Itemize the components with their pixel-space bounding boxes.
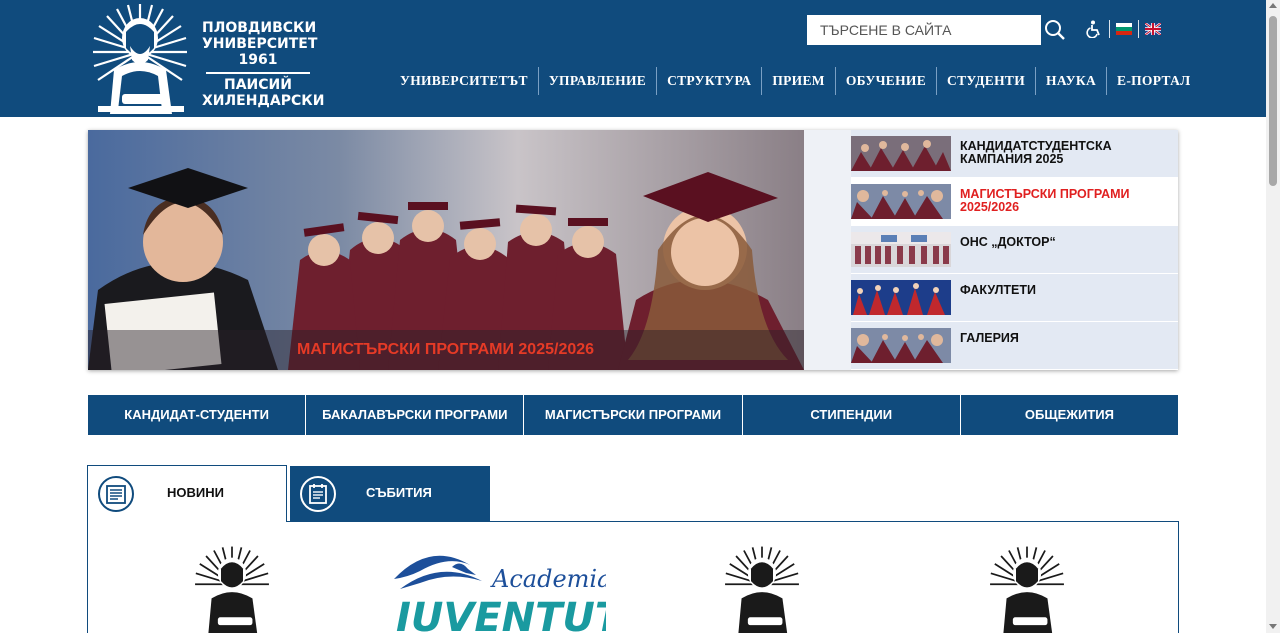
accessibility-icon [1086, 20, 1100, 38]
logo-line-5: ХИЛЕНДАРСКИ [202, 93, 325, 109]
news-panel-topline [287, 521, 1179, 522]
thumb-gallery[interactable]: ГАЛЕРИЯ [851, 322, 1178, 370]
iuventutis-word: IUVENTUTIS [396, 595, 606, 633]
utility-icons [1084, 18, 1164, 40]
news-item-thumb[interactable] [989, 545, 1065, 633]
scroll-up-arrow-icon[interactable] [1269, 3, 1277, 8]
quick-link-scholarships[interactable]: СТИПЕНДИИ [741, 395, 960, 435]
nav-item-science[interactable]: НАУКА [1036, 67, 1106, 95]
nav-item-management[interactable]: УПРАВЛЕНИЕ [539, 67, 656, 95]
tab-news-label: НОВИНИ [167, 485, 224, 500]
scroll-down-arrow-icon[interactable] [1269, 624, 1277, 629]
thumb-image [851, 136, 951, 171]
thumb-label: ОНС „ДОКТОР“ [960, 235, 1056, 249]
search-icon [1045, 20, 1065, 40]
thumb-label: МАГИСТЪРСКИ ПРОГРАМИ 2025/2026 [960, 187, 1130, 214]
search-input[interactable] [807, 15, 1040, 45]
newspaper-icon-wrap [98, 476, 134, 512]
nav-item-students[interactable]: СТУДЕНТИ [937, 67, 1035, 95]
scrollbar-thumb[interactable] [1269, 16, 1277, 186]
english-flag-icon [1145, 23, 1161, 35]
university-emblem-icon [990, 546, 1064, 633]
thumb-image [851, 184, 951, 219]
quick-links: КАНДИДАТ-СТУДЕНТИ БАКАЛАВЪРСКИ ПРОГРАМИ … [88, 395, 1179, 435]
tab-events[interactable]: СЪБИТИЯ [290, 466, 490, 521]
academia-word: Academia [490, 565, 606, 593]
university-emblem-icon [725, 546, 799, 633]
language-bg-button[interactable] [1113, 19, 1135, 39]
accessibility-button[interactable] [1084, 19, 1106, 39]
nav-item-admission[interactable]: ПРИЕМ [762, 67, 835, 95]
thumb-image [851, 232, 951, 267]
quick-link-dormitories[interactable]: ОБЩЕЖИТИЯ [959, 395, 1179, 435]
logo-line-2: УНИВЕРСИТЕТ [202, 36, 318, 52]
logo-divider [206, 72, 310, 74]
hero-slider: МАГИСТЪРСКИ ПРОГРАМИ 2025/2026 КАНДИДАТС… [88, 130, 1178, 370]
tab-events-label: СЪБИТИЯ [366, 485, 432, 500]
tab-news[interactable]: НОВИНИ [87, 465, 287, 522]
slider-thumbnails: КАНДИДАТСТУДЕНТСКА КАМПАНИЯ 2025 МАГИСТЪ… [851, 130, 1178, 370]
quick-link-master[interactable]: МАГИСТЪРСКИ ПРОГРАМИ [523, 395, 742, 435]
thumb-label: ГАЛЕРИЯ [960, 331, 1019, 345]
language-en-button[interactable] [1142, 19, 1164, 39]
thumb-masters-programs[interactable]: МАГИСТЪРСКИ ПРОГРАМИ 2025/2026 [851, 178, 1178, 226]
page-scrollbar[interactable] [1266, 0, 1280, 633]
thumb-faculties[interactable]: ФАКУЛТЕТИ [851, 274, 1178, 322]
university-logo[interactable]: ПЛОВДИВСКИ УНИВЕРСИТЕТ 1961 ПАИСИЙ ХИЛЕН… [90, 0, 325, 117]
quick-link-bachelor[interactable]: БАКАЛАВЪРСКИ ПРОГРАМИ [305, 395, 524, 435]
nav-item-university[interactable]: УНИВЕРСИТЕТЪТ [390, 67, 538, 95]
search-box [806, 14, 1070, 46]
calendar-icon [309, 484, 327, 504]
search-button[interactable] [1039, 15, 1069, 45]
nav-item-education[interactable]: ОБУЧЕНИЕ [836, 67, 936, 95]
slide-caption[interactable]: МАГИСТЪРСКИ ПРОГРАМИ 2025/2026 [297, 341, 594, 359]
university-name: ПЛОВДИВСКИ УНИВЕРСИТЕТ 1961 ПАИСИЙ ХИЛЕН… [202, 20, 325, 109]
main-navigation: УНИВЕРСИТЕТЪТ УПРАВЛЕНИЕ СТРУКТУРА ПРИЕМ… [390, 66, 1200, 96]
newspaper-icon [106, 485, 126, 504]
academia-iuventutis-logo: Academia IUVENTUTIS [394, 555, 666, 633]
thumb-doctor-program[interactable]: ОНС „ДОКТОР“ [851, 226, 1178, 274]
news-item-thumb[interactable] [724, 545, 800, 633]
university-emblem-icon [195, 546, 269, 633]
thumb-candidate-campaign[interactable]: КАНДИДАТСТУДЕНТСКА КАМПАНИЯ 2025 [851, 130, 1178, 178]
nav-item-structure[interactable]: СТРУКТУРА [657, 67, 761, 95]
thumb-image [851, 280, 951, 315]
logo-line-1: ПЛОВДИВСКИ [202, 20, 317, 36]
logo-line-3: 1961 [238, 52, 278, 68]
news-item-thumb-academia[interactable]: Academia IUVENTUTIS [390, 545, 666, 633]
slide-image[interactable]: МАГИСТЪРСКИ ПРОГРАМИ 2025/2026 [88, 130, 804, 370]
bulgarian-flag-icon [1116, 23, 1132, 35]
paisiy-emblem-icon [93, 4, 187, 114]
calendar-icon-wrap [300, 476, 336, 512]
utility-separator [1138, 20, 1139, 38]
thumb-label: КАНДИДАТСТУДЕНТСКА КАМПАНИЯ 2025 [960, 139, 1112, 166]
quick-link-candidates[interactable]: КАНДИДАТ-СТУДЕНТИ [88, 395, 306, 435]
news-item-thumb[interactable] [194, 545, 270, 633]
utility-separator [1109, 20, 1110, 38]
site-header: ПЛОВДИВСКИ УНИВЕРСИТЕТ 1961 ПАИСИЙ ХИЛЕН… [0, 0, 1280, 117]
thumb-label: ФАКУЛТЕТИ [960, 283, 1036, 297]
thumb-image [851, 328, 951, 363]
logo-line-4: ПАИСИЙ [224, 77, 292, 93]
nav-item-e-portal[interactable]: Е-ПОРТАЛ [1107, 67, 1200, 95]
